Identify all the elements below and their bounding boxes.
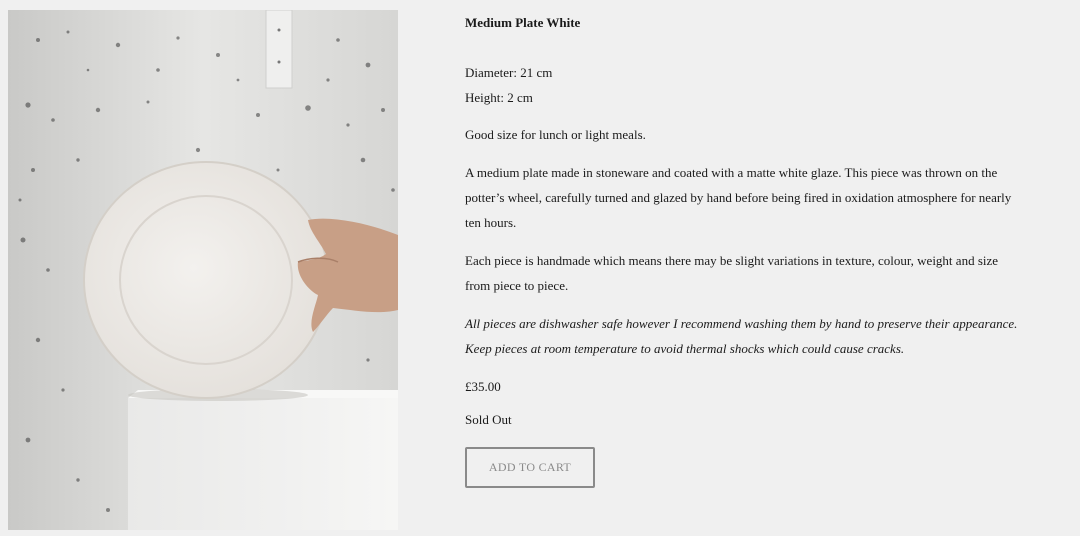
care-note: All pieces are dishwasher safe however I… [465,316,1018,356]
product-specs: Diameter: 21 cm Height: 2 cm [465,60,1025,110]
product-details: Medium Plate White Diameter: 21 cm Heigh… [465,14,1025,488]
product-image [8,10,398,530]
spec-diameter: Diameter: 21 cm [465,65,553,80]
product-summary: Good size for lunch or light meals. [465,127,646,142]
product-price: £35.00 [465,379,501,394]
spec-height: Height: 2 cm [465,90,533,105]
stock-status: Sold Out [465,412,512,427]
product-title: Medium Plate White [465,15,581,30]
handmade-note: Each piece is handmade which means there… [465,253,999,293]
product-description: A medium plate made in stoneware and coa… [465,165,1012,230]
add-to-cart-button[interactable]: ADD TO CART [465,447,595,488]
product-page: Medium Plate White Diameter: 21 cm Heigh… [0,0,1080,536]
